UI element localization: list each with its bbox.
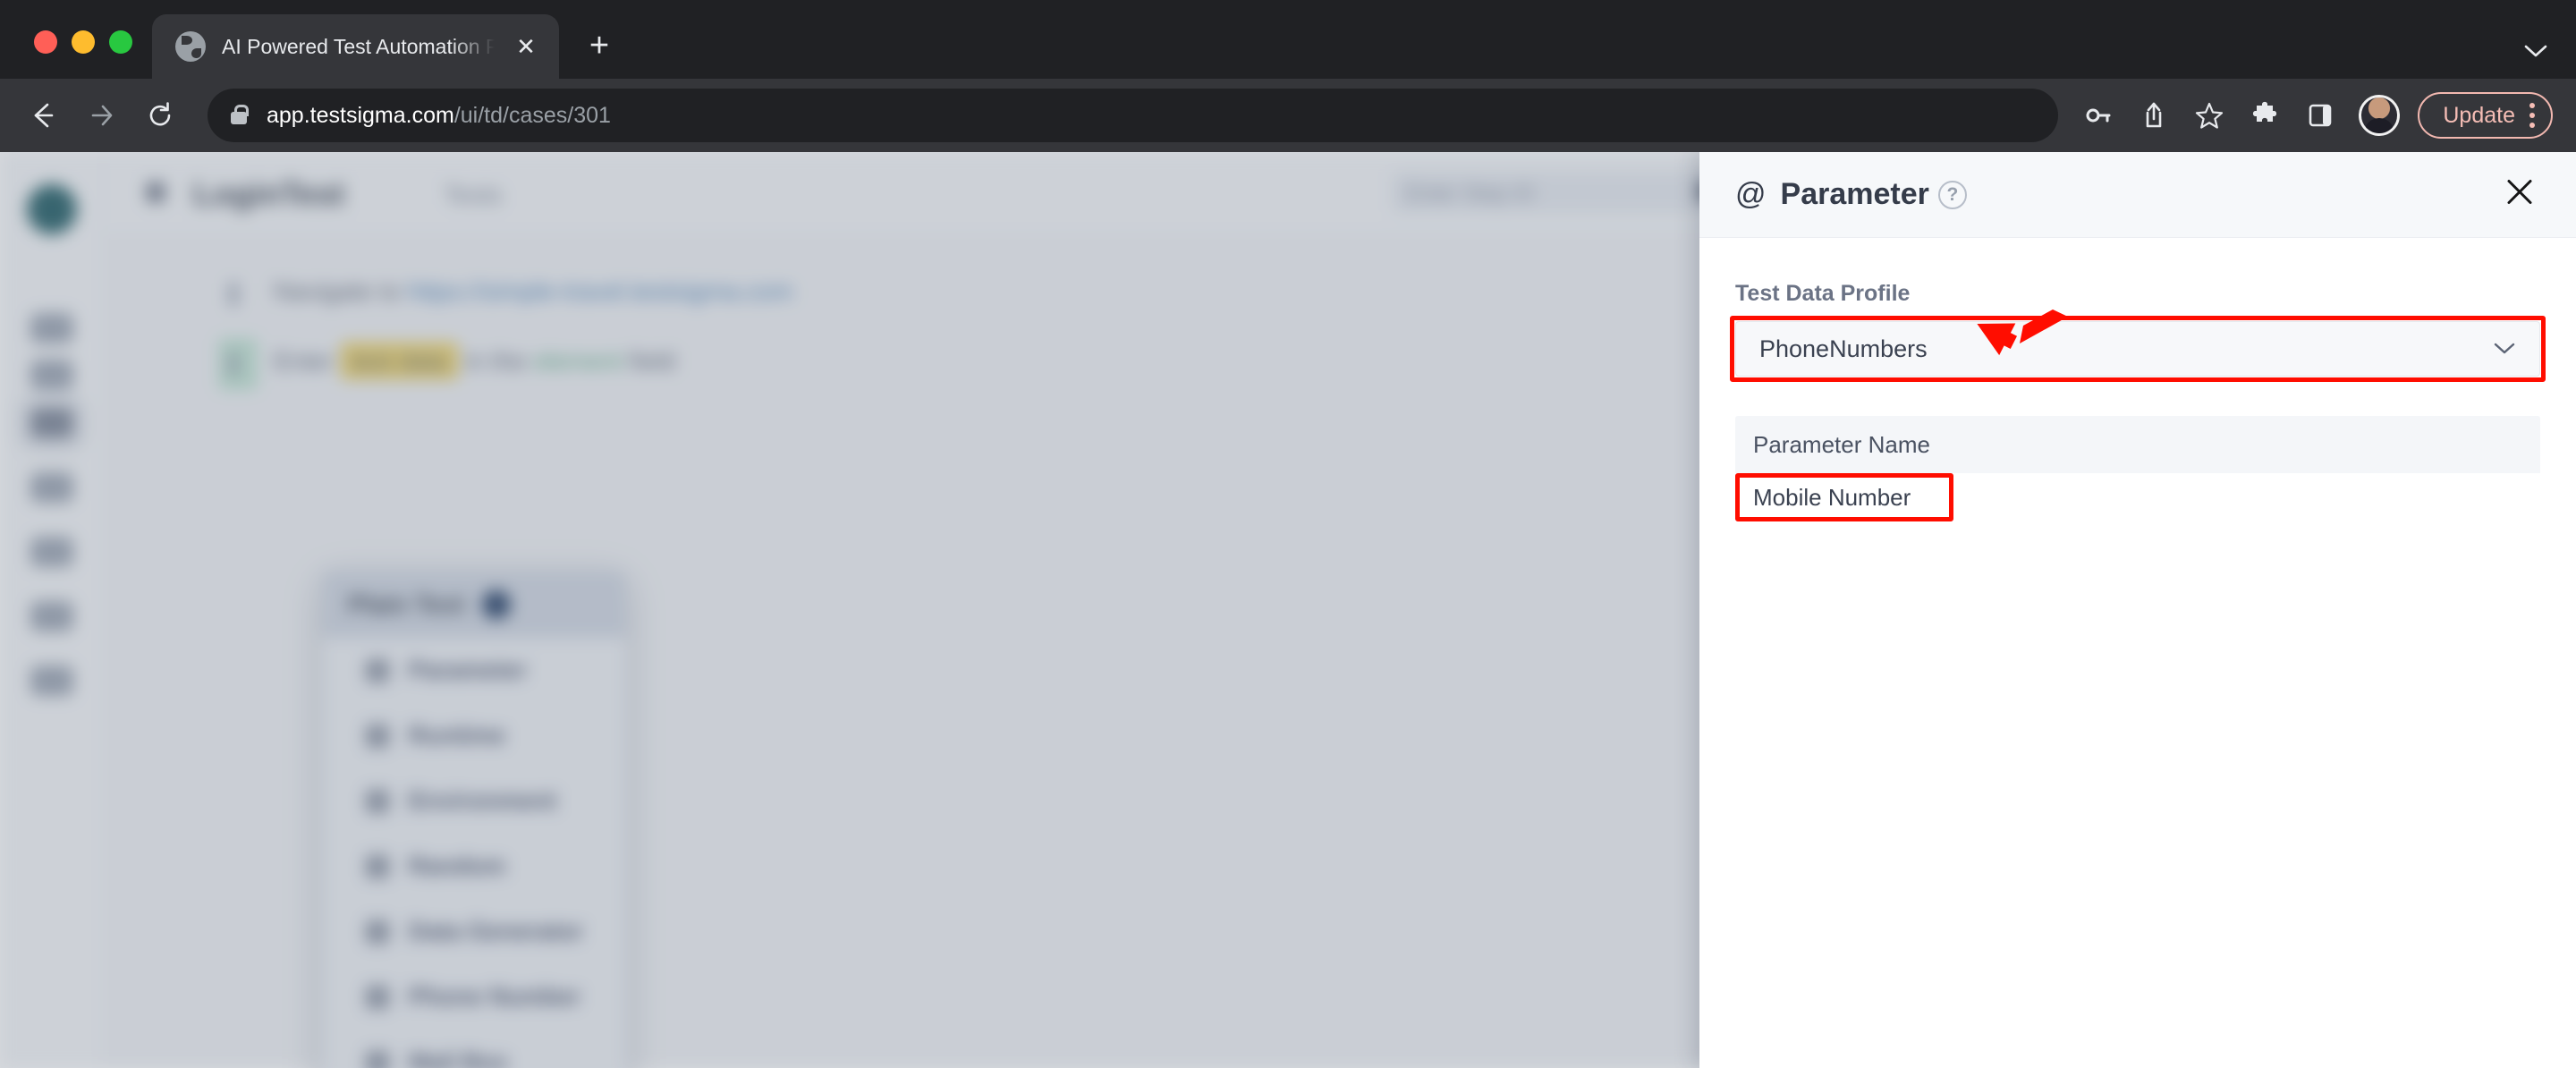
parameter-table-header: Parameter Name xyxy=(1735,416,2540,473)
url-path: /ui/td/cases/301 xyxy=(453,102,611,128)
update-button-label: Update xyxy=(2443,102,2515,128)
panel-title: @ Parameter xyxy=(1735,177,1929,212)
url-text: app.testsigma.com/ui/td/cases/301 xyxy=(267,103,611,129)
test-data-profile-value: PhoneNumbers xyxy=(1759,335,1928,362)
password-key-icon[interactable] xyxy=(2072,89,2124,141)
minimize-window-button[interactable] xyxy=(72,30,95,54)
address-bar[interactable]: app.testsigma.com/ui/td/cases/301 xyxy=(208,89,2059,142)
help-icon[interactable]: ? xyxy=(1937,180,1967,209)
test-data-profile-select[interactable]: PhoneNumbers xyxy=(1735,321,2540,377)
column-header-parameter-name: Parameter Name xyxy=(1753,430,1930,458)
window-controls xyxy=(0,30,152,79)
panel-title-text: Parameter xyxy=(1780,177,1929,211)
kebab-menu-icon[interactable] xyxy=(2529,103,2535,128)
browser-window: AI Powered Test Automation Pla ✕ + app.t… xyxy=(0,0,2576,1068)
avatar[interactable] xyxy=(2359,95,2401,136)
panel-body: Test Data Profile PhoneNumbers Parameter… xyxy=(1699,238,2576,1068)
new-tab-button[interactable]: + xyxy=(572,18,627,73)
update-button[interactable]: Update xyxy=(2418,92,2553,139)
browser-tab[interactable]: AI Powered Test Automation Pla ✕ xyxy=(152,14,559,79)
close-icon[interactable]: ✕ xyxy=(511,31,541,62)
parameter-panel: @ Parameter ? Test Data Profile PhoneNum… xyxy=(1699,152,2576,1068)
chevron-down-icon xyxy=(2493,337,2516,360)
share-icon[interactable] xyxy=(2128,89,2180,141)
table-row[interactable]: Mobile Number xyxy=(1735,473,1953,521)
tab-title: AI Powered Test Automation Pla xyxy=(222,34,495,58)
page-viewport: LoginTest Tests Enter Step ID Navigate t… xyxy=(0,152,2576,1068)
bookmark-star-icon[interactable] xyxy=(2183,89,2235,141)
test-data-profile-label: Test Data Profile xyxy=(1735,281,1911,306)
tab-strip: AI Powered Test Automation Pla ✕ + xyxy=(0,0,2576,79)
close-icon[interactable] xyxy=(2503,174,2537,215)
panel-header: @ Parameter ? xyxy=(1699,152,2576,238)
test-data-profile-select-wrap: PhoneNumbers xyxy=(1730,316,2546,382)
globe-icon xyxy=(175,31,206,62)
maximize-window-button[interactable] xyxy=(109,30,132,54)
parameter-name-value: Mobile Number xyxy=(1753,483,1911,511)
reload-button[interactable] xyxy=(132,88,188,143)
close-window-button[interactable] xyxy=(34,30,57,54)
at-symbol-icon: @ xyxy=(1735,177,1767,211)
side-panel-icon[interactable] xyxy=(2294,89,2346,141)
lock-icon xyxy=(231,104,249,124)
forward-button[interactable] xyxy=(73,88,129,143)
extensions-puzzle-icon[interactable] xyxy=(2239,89,2291,141)
back-button[interactable] xyxy=(14,88,70,143)
url-host: app.testsigma.com xyxy=(267,102,454,128)
chevron-down-icon[interactable] xyxy=(2522,38,2549,66)
browser-toolbar: app.testsigma.com/ui/td/cases/301 Update xyxy=(0,79,2576,152)
